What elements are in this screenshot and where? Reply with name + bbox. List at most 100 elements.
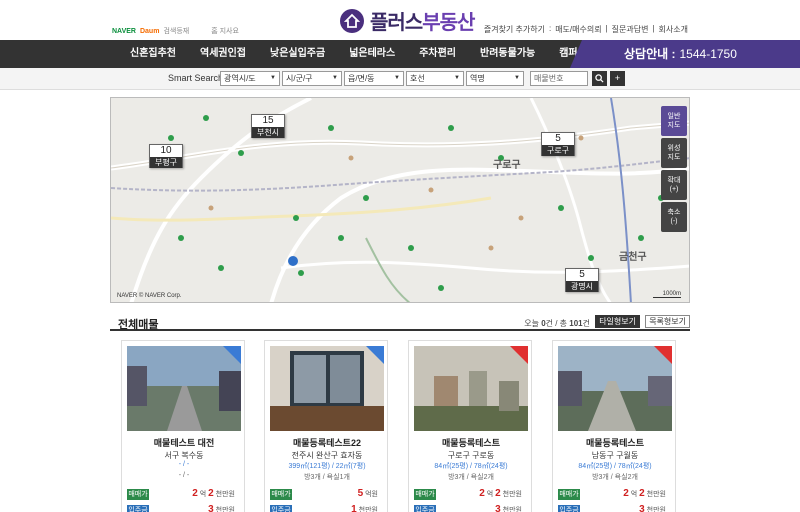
price-row-sale: 매매가 5 억원 [270,488,384,501]
listing-size: 399㎡(121평) / 22㎡(7평) [288,463,366,470]
qna-link[interactable]: 질문과답변 [612,24,649,35]
smart-search-bar: Smart Search 광역시/도 ▼ 시/군/구 ▼ 읍/면/동 ▼ 호선 ▼ 역명… [0,68,800,90]
listing-title: 매물등록테스트22 [293,438,361,448]
select-province[interactable]: 광역시/도 ▼ [220,71,280,86]
map-cluster-bucheon[interactable]: 15 부천시 [251,114,285,138]
house-icon [340,8,364,33]
list-view-button[interactable]: 목록형보기 [645,315,690,328]
listing-rooms: 방3개 / 욕실2개 [448,474,494,481]
price-row-deposit: 입주금 3 천만원 [414,504,528,512]
bookmark-link[interactable]: 즐겨찾기 추가하기 [484,24,545,35]
sale-badge: 매매가 [270,489,292,500]
map-background [111,98,689,302]
search-icon[interactable] [592,71,607,86]
sale-badge: 매매가 [414,489,436,500]
consult-phone[interactable]: 상담안내 :1544-1750 [570,40,800,68]
deposit-badge: 입주금 [127,505,149,512]
chevron-down-icon: ▼ [394,75,400,81]
chevron-down-icon: ▼ [454,75,460,81]
deposit-price: 3 천만원 [495,504,522,512]
select-station[interactable]: 역명 ▼ [466,71,524,86]
price-row-sale: 매매가 2 억 2 천만원 [414,488,528,501]
listing-photo[interactable] [270,346,384,431]
nav-item-terrace[interactable]: 넓은테라스 [337,40,407,68]
map-type-normal-button[interactable]: 일반 지도 [661,106,687,136]
listing-title: 매물테스트 대전 [153,438,215,448]
tile-view-button[interactable]: 타일형보기 [595,315,640,328]
chevron-down-icon: ▼ [514,75,520,81]
partner-logos[interactable]: NAVER Daum 검색등재 홈 지사요 [112,26,239,36]
listing-card[interactable]: 매물등록테스트22 전주시 완산구 효자동 399㎡(121평) / 22㎡(7평)… [264,340,388,512]
deposit-price: 3 천만원 [639,504,666,512]
sale-price: 2 억 2 천만원 [623,488,666,499]
listing-address: 전주시 완산구 효자동 [291,451,363,460]
price-row-deposit: 입주금 3 천만원 [127,504,241,512]
search-label: Smart Search [168,73,224,83]
listing-address: 남동구 구월동 [591,451,639,460]
deposit-price: 3 천만원 [208,504,235,512]
map-attribution: NAVER © NAVER Corp. [117,293,182,299]
select-district[interactable]: 시/군/구 ▼ [282,71,342,86]
zoom-out-button[interactable]: 축소 (-) [661,202,687,232]
zoom-in-button[interactable]: 확대 (+) [661,170,687,200]
listing-card[interactable]: 매물등록테스트구로구 구로동 84㎡(25평) / 78㎡(24평) 방3개 / 욕… [408,340,532,512]
request-link[interactable]: 매도/매수의뢰 [555,24,601,35]
sale-badge: 매매가 [127,489,149,500]
deposit-badge: 입주금 [414,505,436,512]
deposit-price: 1 천만원 [351,504,378,512]
sale-price: 2 억 2 천만원 [479,488,522,499]
listing-photo[interactable] [414,346,528,431]
listing-address: 서구 복수동 [164,451,204,460]
listing-number-input[interactable]: 매물번호 [530,71,588,86]
listing-size: - / - [178,461,190,468]
nav-item-parking[interactable]: 주차편리 [407,40,468,68]
top-links: 즐겨찾기 추가하기: 매도/매수의뢰 | 질문과답변 | 회사소개 [483,24,688,35]
map-type-satellite-button[interactable]: 위성 지도 [661,138,687,168]
map-view[interactable]: 15 부천시 10 부평구 5 구로구 5 광명시 구로구 금천구 일반 지도 위성 지… [110,97,690,303]
price-row-sale: 매매가 2 억 2 천만원 [558,488,672,501]
chevron-down-icon: ▼ [270,75,276,81]
nav-item-station[interactable]: 역세권인접 [188,40,258,68]
listing-photo[interactable] [558,346,672,431]
nav-item-low-deposit[interactable]: 낮은실입주금 [258,40,337,68]
listing-rooms: 방3개 / 욕실1개 [304,474,350,481]
listing-size: 84㎡(25평) / 78㎡(24평) [434,463,508,470]
main-nav: 신혼집추천 역세권인접 낮은실입주금 넓은테라스 주차편리 반려동물가능 캠퍼스… [0,40,800,68]
sale-badge: 매매가 [558,489,580,500]
deposit-badge: 입주금 [270,505,292,512]
plus-icon[interactable]: + [610,71,625,86]
listing-rooms: - / - [178,472,190,479]
partner-text: 검색등재 [163,28,190,35]
listing-card[interactable]: 매물테스트 대전 서구 복수동 - / -- / - 매매가 2 억 2 천만원 입주금 3… [121,340,245,512]
top-header: NAVER Daum 검색등재 홈 지사요 플러스부동산 즐겨찾기 추가하기: … [0,0,800,40]
sale-price: 5 억원 [357,488,378,499]
nav-item-pets[interactable]: 반려동물가능 [468,40,547,68]
deposit-badge: 입주금 [558,505,580,512]
map-cluster-bupyeong[interactable]: 10 부평구 [149,144,183,168]
site-logo[interactable]: 플러스부동산 [340,6,475,35]
listing-rooms: 방3개 / 욕실2개 [592,474,638,481]
map-cluster-gwangmyeong[interactable]: 5 광명시 [565,268,599,292]
sale-price: 2 억 2 천만원 [192,488,235,499]
listing-photo[interactable] [127,346,241,431]
district-label: 금천구 [619,252,647,263]
listing-card[interactable]: 매물등록테스트남동구 구월동 84㎡(25평) / 78㎡(24평) 방3개 / 욕… [552,340,676,512]
daum-logo: Daum [139,27,160,35]
select-line[interactable]: 호선 ▼ [406,71,464,86]
price-row-deposit: 입주금 1 천만원 [270,504,384,512]
nav-item-newlywed[interactable]: 신혼집추천 [118,40,188,68]
listing-title: 매물등록테스트 [442,438,500,448]
listing-address: 구로구 구로동 [447,451,495,460]
ribbon-icon [366,346,384,364]
listing-size: 84㎡(25평) / 78㎡(24평) [578,463,652,470]
about-link[interactable]: 회사소개 [659,24,688,35]
naver-logo: NAVER [112,27,136,35]
logo-text: 플러스부동산 [370,12,475,34]
listing-title: 매물등록테스트 [586,438,644,448]
home-link[interactable]: 홈 지사요 [211,26,239,36]
price-row-deposit: 입주금 3 천만원 [558,504,672,512]
listing-header: 전체매물 오늘 0건 / 총 101건 타일형보기 목록형보기 [110,313,690,331]
map-cluster-guro[interactable]: 5 구로구 [541,132,575,156]
price-row-sale: 매매가 2 억 2 천만원 [127,488,241,501]
select-town[interactable]: 읍/면/동 ▼ [344,71,404,86]
